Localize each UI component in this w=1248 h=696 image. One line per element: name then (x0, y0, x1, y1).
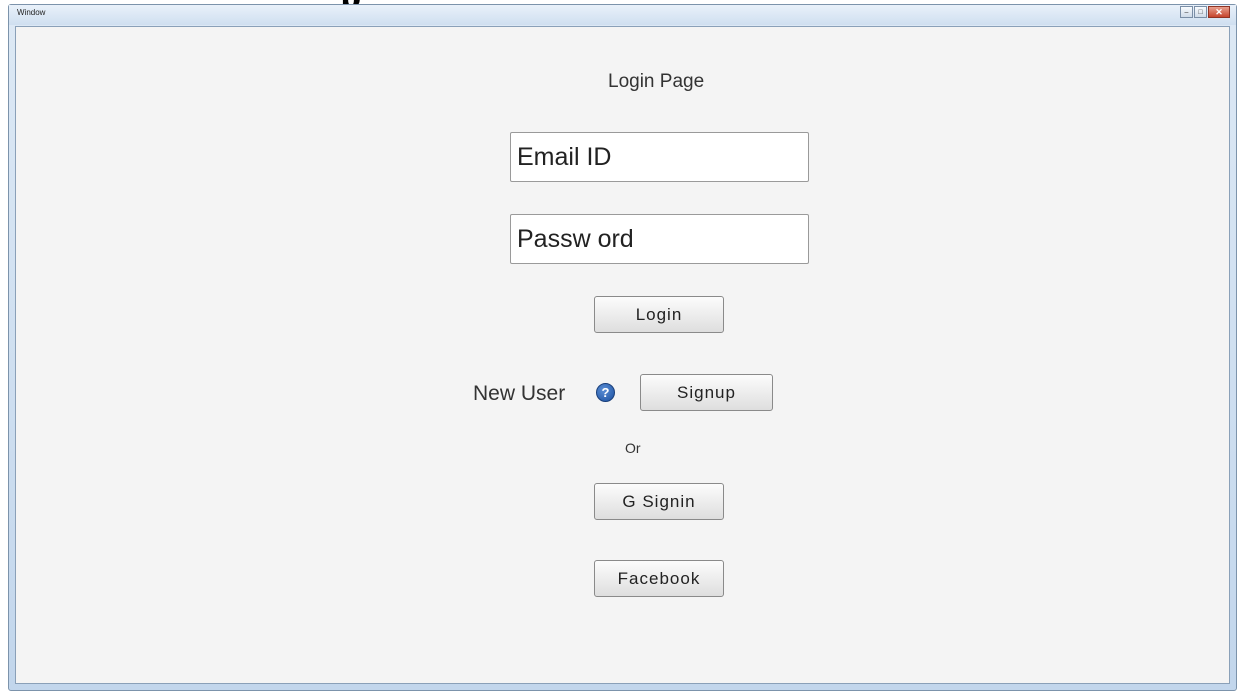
login-form: Login Page Login New User ? Signup Or G … (15, 26, 1230, 684)
maximize-icon[interactable]: □ (1194, 6, 1207, 18)
facebook-button[interactable]: Facebook (594, 560, 724, 597)
window-title: Window (17, 8, 46, 17)
window-titlebar[interactable]: Window – □ ✕ (9, 5, 1236, 25)
window-controls: – □ ✕ (1179, 6, 1230, 18)
new-user-label: New User (473, 382, 566, 405)
email-field[interactable] (510, 132, 809, 182)
signup-button[interactable]: Signup (640, 374, 773, 411)
or-label: Or (625, 440, 641, 456)
password-field[interactable] (510, 214, 809, 264)
close-icon[interactable]: ✕ (1208, 6, 1230, 18)
google-signin-button[interactable]: G Signin (594, 483, 724, 520)
app-window: Window – □ ✕ Login Page Login New User ?… (8, 4, 1237, 691)
help-icon[interactable]: ? (596, 383, 615, 402)
login-button[interactable]: Login (594, 296, 724, 333)
minimize-icon[interactable]: – (1180, 6, 1193, 18)
page-title: Login Page (608, 71, 705, 92)
